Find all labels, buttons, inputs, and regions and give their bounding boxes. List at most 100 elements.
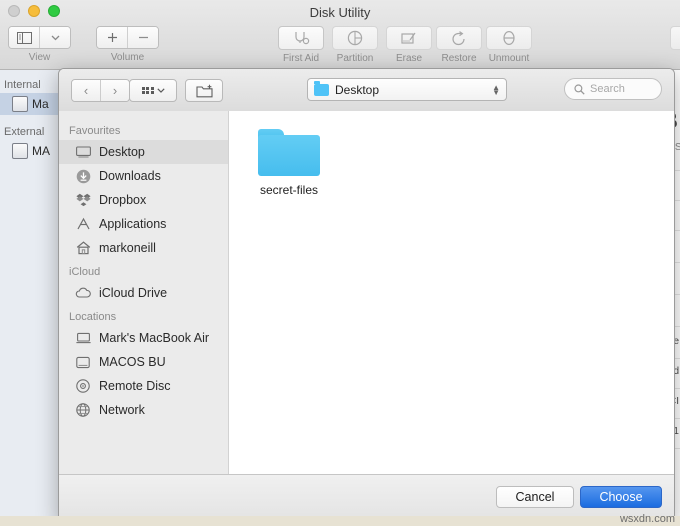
plus-icon xyxy=(107,33,117,42)
forward-button[interactable]: › xyxy=(100,80,129,101)
cancel-button[interactable]: Cancel xyxy=(496,486,574,508)
sidebar-item-label: Mark's MacBook Air xyxy=(99,331,210,345)
watermark: wsxdn.com xyxy=(619,513,675,525)
eject-icon xyxy=(503,30,515,46)
drive-icon xyxy=(75,354,91,370)
add-volume-button[interactable] xyxy=(97,27,127,48)
dialog-body: Favourites Desktop Downloads Dropbox App… xyxy=(59,111,674,475)
du-item-label: Ma xyxy=(32,97,49,111)
unmount-label: Unmount xyxy=(488,53,530,64)
restore-label: Restore xyxy=(441,53,477,64)
info-button[interactable] xyxy=(670,26,680,50)
window-titlebar: Disk Utility View Volume First Aid Parti… xyxy=(0,0,680,70)
first-aid-button[interactable]: First Aid xyxy=(278,26,324,64)
sidebar-item-label: Dropbox xyxy=(99,193,147,207)
navigation-control: ‹ › xyxy=(71,79,130,102)
view-control[interactable] xyxy=(8,26,71,49)
restore-icon xyxy=(452,30,465,45)
pie-chart-icon xyxy=(347,30,363,46)
du-section-external: External xyxy=(4,126,45,138)
sidebar-item-label: iCloud Drive xyxy=(99,286,168,300)
cloud-icon xyxy=(75,285,91,301)
location-label: Desktop xyxy=(335,82,380,97)
dropbox-icon xyxy=(75,192,91,208)
stethoscope-icon xyxy=(295,31,310,44)
folder-icon xyxy=(314,80,329,96)
toolbar-group-volume: Volume xyxy=(96,26,159,63)
file-grid: secret-files xyxy=(229,111,674,197)
unmount-button[interactable]: Unmount xyxy=(486,26,532,64)
sidebar-item-macos-bu[interactable]: MACOS BU xyxy=(59,350,228,374)
chevron-updown-icon: ▲ ▼ xyxy=(492,82,500,97)
first-aid-label: First Aid xyxy=(282,53,320,64)
view-label: View xyxy=(28,52,51,63)
disk-utility-sidebar: Internal Ma External MA xyxy=(0,70,62,516)
sidebar-item-remote-disc[interactable]: Remote Disc xyxy=(59,374,228,398)
volume-control[interactable] xyxy=(96,26,159,49)
folder-icon xyxy=(258,129,320,176)
list-item[interactable]: secret-files xyxy=(243,129,335,197)
home-icon xyxy=(75,240,91,256)
chevron-down-icon[interactable] xyxy=(39,27,70,48)
du-item-external-drive[interactable]: MA xyxy=(0,140,61,162)
sidebar-item-label: Downloads xyxy=(99,169,161,183)
du-item-label: MA xyxy=(32,144,50,158)
sidebar-item-label: markoneill xyxy=(99,241,156,255)
minus-icon xyxy=(138,36,148,39)
dialog-footer: Cancel Choose xyxy=(59,474,674,522)
downloads-icon xyxy=(75,168,91,184)
desktop-icon xyxy=(75,144,91,160)
sidebar-item-network[interactable]: Network xyxy=(59,398,228,422)
sidebar-header-icloud: iCloud xyxy=(69,266,101,278)
restore-button[interactable]: Restore xyxy=(436,26,482,64)
sidebar-item-label: MACOS BU xyxy=(99,355,166,369)
search-field[interactable]: Search xyxy=(564,78,662,100)
new-folder-button[interactable] xyxy=(185,79,223,102)
sidebar-icon-svg xyxy=(16,31,32,44)
chevron-down-icon xyxy=(156,88,165,93)
sidebar-item-macbook-air[interactable]: Mark's MacBook Air xyxy=(59,326,228,350)
view-mode-button[interactable] xyxy=(129,79,177,102)
sidebar-header-favourites: Favourites xyxy=(69,125,121,137)
partition-button[interactable]: Partition xyxy=(332,26,378,64)
sidebar-icon[interactable] xyxy=(9,27,39,48)
sidebar-item-icloud-drive[interactable]: iCloud Drive xyxy=(59,281,228,305)
sidebar-item-label: Remote Disc xyxy=(99,379,171,393)
remove-volume-button[interactable] xyxy=(127,27,158,48)
globe-icon xyxy=(75,402,91,418)
page-title: Disk Utility xyxy=(309,5,371,20)
sidebar-item-dropbox[interactable]: Dropbox xyxy=(59,188,228,212)
choose-button[interactable]: Choose xyxy=(580,486,662,508)
volume-label: Volume xyxy=(110,52,145,63)
search-placeholder: Search xyxy=(590,83,625,95)
erase-button[interactable]: Erase xyxy=(386,26,432,64)
drive-icon xyxy=(12,143,28,159)
drive-icon xyxy=(12,96,28,112)
file-browser-content: secret-files xyxy=(229,111,674,475)
applications-icon xyxy=(75,216,91,232)
chevron-down-icon-svg xyxy=(51,35,59,40)
search-icon xyxy=(574,83,585,95)
laptop-icon xyxy=(75,330,91,346)
du-section-internal: Internal xyxy=(4,79,41,91)
grid-view-icon xyxy=(141,86,154,95)
sidebar-item-desktop[interactable]: Desktop xyxy=(59,140,228,164)
sidebar-header-locations: Locations xyxy=(69,311,117,323)
toolbar-group-view: View xyxy=(8,26,71,63)
sidebar-item-label: Desktop xyxy=(99,145,145,159)
sidebar-item-label: Applications xyxy=(99,217,167,231)
back-button[interactable]: ‹ xyxy=(72,80,100,101)
sidebar-item-downloads[interactable]: Downloads xyxy=(59,164,228,188)
location-popup-button[interactable]: Desktop ▲ ▼ xyxy=(307,78,507,101)
desktop-background xyxy=(0,516,680,526)
dialog-sidebar: Favourites Desktop Downloads Dropbox App… xyxy=(59,111,229,475)
disc-icon xyxy=(75,378,91,394)
erase-icon xyxy=(401,32,416,44)
du-item-internal-drive[interactable]: Ma xyxy=(0,93,61,115)
sidebar-item-markoneill[interactable]: markoneill xyxy=(59,236,228,260)
sidebar-item-label: Network xyxy=(99,403,145,417)
file-name-label: secret-files xyxy=(259,183,318,197)
new-folder-icon xyxy=(195,84,213,97)
partition-label: Partition xyxy=(336,53,374,64)
sidebar-item-applications[interactable]: Applications xyxy=(59,212,228,236)
